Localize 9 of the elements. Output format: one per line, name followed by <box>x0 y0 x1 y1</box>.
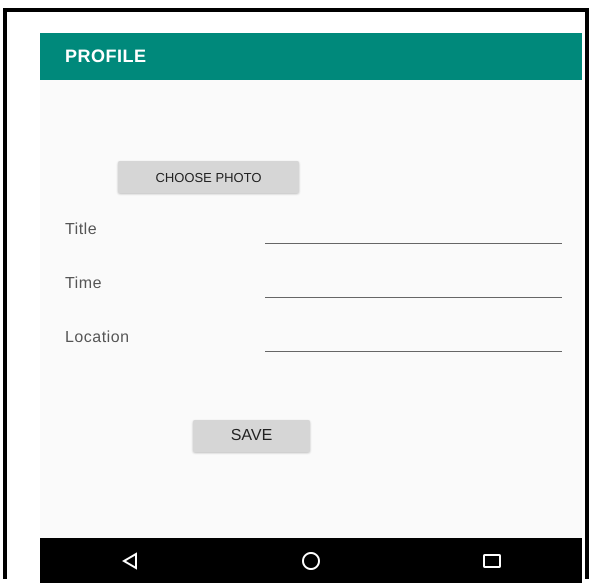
recents-icon <box>482 552 502 568</box>
field-label: Time <box>64 274 103 293</box>
back-icon <box>121 552 140 570</box>
home-icon <box>300 550 321 570</box>
field-label: Location <box>64 328 130 347</box>
app-title: PROFILE <box>65 46 147 67</box>
choose-photo-button[interactable]: CHOOSE PHOTO <box>118 161 299 193</box>
field-label: Title <box>64 220 98 239</box>
save-button[interactable]: SAVE <box>193 420 310 452</box>
